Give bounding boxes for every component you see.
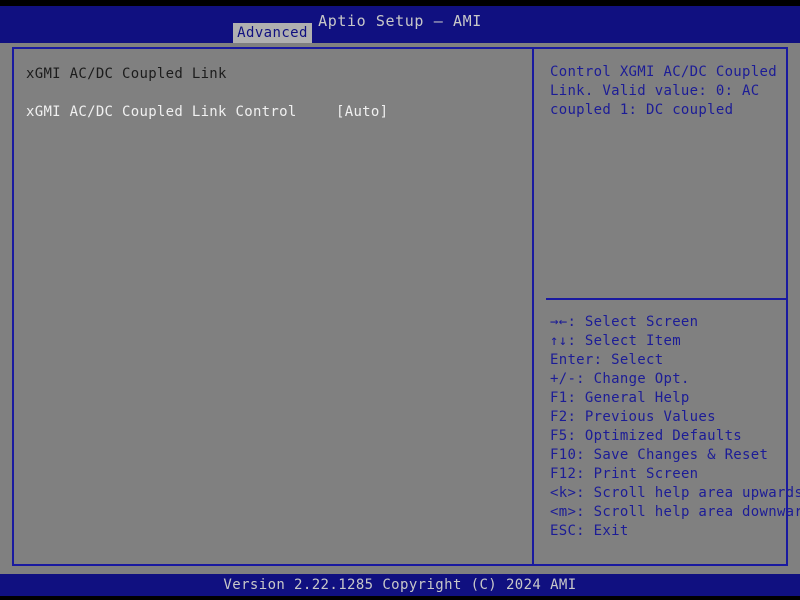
legend-key: <k>:: [550, 485, 585, 501]
legend-item-scroll-help-up: <k>: Scroll help area upwards: [550, 484, 800, 503]
setting-label: xGMI AC/DC Coupled Link Control: [26, 104, 297, 120]
help-description: Control XGMI AC/DC Coupled Link. Valid v…: [550, 63, 786, 120]
legend-action: Print Screen: [584, 466, 699, 482]
legend-item-previous-values: F2: Previous Values: [550, 408, 790, 427]
body-area: xGMI AC/DC Coupled Link xGMI AC/DC Coupl…: [0, 43, 800, 574]
tab-advanced[interactable]: Advanced: [233, 23, 312, 43]
help-line: coupled 1: DC coupled: [550, 102, 734, 118]
legend-key: <m>:: [550, 504, 585, 520]
setting-row-xgmi-acdc-coupled-link-control[interactable]: xGMI AC/DC Coupled Link Control [Auto]: [26, 103, 516, 121]
legend-key: +/-:: [550, 371, 585, 387]
legend-key: F5:: [550, 428, 577, 444]
footer-bar: Version 2.22.1285 Copyright (C) 2024 AMI: [0, 574, 800, 596]
legend-action: Scroll help area downwards: [584, 504, 800, 520]
legend-action: Select: [602, 352, 664, 368]
legend-action: Change Opt.: [584, 371, 690, 387]
key-legend: →←: Select Screen ↑↓: Select Item Enter:…: [550, 313, 800, 541]
legend-item-select-screen: →←: Select Screen: [550, 313, 790, 332]
legend-key: →←:: [550, 314, 577, 330]
legend-item-print-screen: F12: Print Screen: [550, 465, 790, 484]
setting-value[interactable]: [Auto]: [336, 103, 388, 121]
legend-action: Select Screen: [576, 314, 699, 330]
version-text: Version 2.22.1285 Copyright (C) 2024 AMI: [223, 577, 577, 593]
legend-item-general-help: F1: General Help: [550, 389, 790, 408]
legend-key: ↑↓:: [550, 333, 577, 349]
help-pane: Control XGMI AC/DC Coupled Link. Valid v…: [534, 49, 800, 564]
legend-action: General Help: [576, 390, 690, 406]
bios-setup-screen: Aptio Setup – AMI Advanced xGMI AC/DC Co…: [0, 0, 800, 600]
legend-key: ESC:: [550, 523, 585, 539]
legend-action: Select Item: [576, 333, 681, 349]
legend-item-save-changes-reset: F10: Save Changes & Reset: [550, 446, 790, 465]
legend-action: Scroll help area upwards: [584, 485, 800, 501]
main-panel: xGMI AC/DC Coupled Link xGMI AC/DC Coupl…: [12, 47, 800, 566]
legend-item-scroll-help-down: <m>: Scroll help area downwards: [550, 503, 800, 522]
legend-item-select-item: ↑↓: Select Item: [550, 332, 790, 351]
legend-item-change-opt: +/-: Change Opt.: [550, 370, 790, 389]
legend-key: F10:: [550, 447, 585, 463]
legend-item-optimized-defaults: F5: Optimized Defaults: [550, 427, 790, 446]
legend-key: F1:: [550, 390, 577, 406]
legend-key: F2:: [550, 409, 577, 425]
help-line: Control XGMI AC/DC Coupled: [550, 64, 777, 80]
legend-action: Exit: [584, 523, 629, 539]
tab-strip: Advanced: [0, 23, 800, 43]
legend-item-exit: ESC: Exit: [550, 522, 790, 541]
legend-key: Enter:: [550, 352, 603, 368]
help-line: Link. Valid value: 0: AC: [550, 83, 760, 99]
legend-action: Optimized Defaults: [576, 428, 743, 444]
legend-action: Previous Values: [576, 409, 716, 425]
legend-item-enter-select: Enter: Select: [550, 351, 790, 370]
legend-key: F12:: [550, 466, 585, 482]
section-heading: xGMI AC/DC Coupled Link: [26, 66, 227, 82]
legend-action: Save Changes & Reset: [584, 447, 769, 463]
settings-pane: xGMI AC/DC Coupled Link xGMI AC/DC Coupl…: [14, 49, 532, 564]
help-legend-divider: [546, 298, 786, 300]
